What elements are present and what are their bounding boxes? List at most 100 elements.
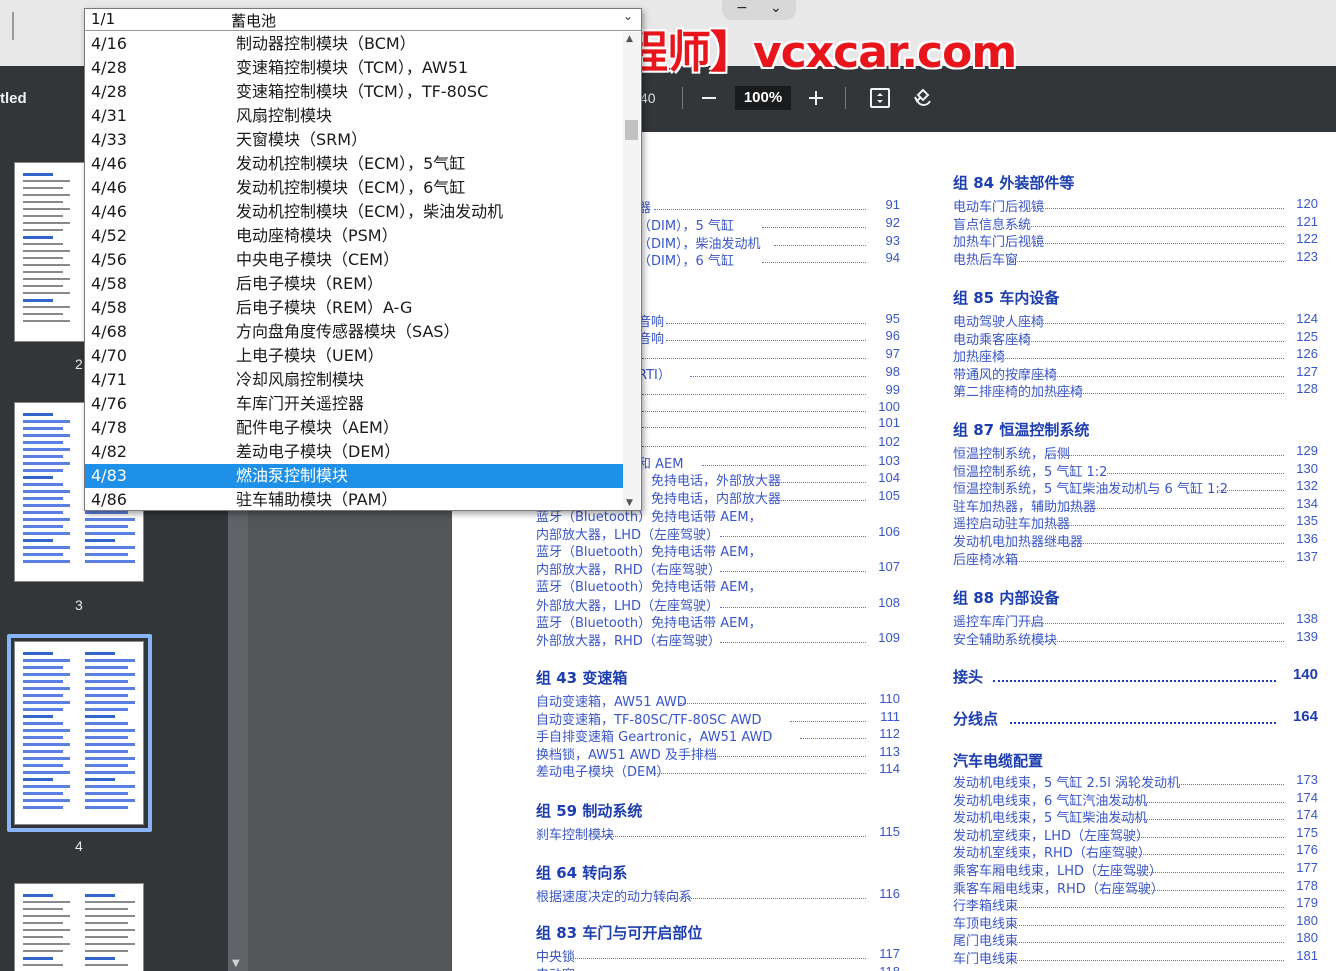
scroll-down-icon[interactable]: ▼ (232, 958, 240, 969)
toc-page-number[interactable]: 140 (1280, 666, 1318, 683)
toc-page-number[interactable]: 97 (868, 346, 900, 361)
toc-page-number[interactable]: 117 (868, 946, 900, 961)
toc-entry-text[interactable]: RTI） (638, 364, 671, 383)
toc-page-number[interactable]: 101 (868, 415, 900, 430)
toc-entry-text[interactable]: 盲点信息系统 (953, 214, 1031, 233)
toc-page-number[interactable]: 180 (1286, 930, 1318, 945)
toc-page-number[interactable]: 108 (868, 595, 900, 610)
rotate-icon[interactable] (911, 86, 935, 110)
toc-major-entry[interactable]: 分线点 (953, 708, 998, 729)
toc-page-number[interactable]: 129 (1286, 443, 1318, 458)
minus-icon[interactable] (695, 84, 723, 112)
toc-entry-text[interactable]: 恒温控制系统，5 气缸柴油发动机与 6 气缸 1:2 (953, 478, 1228, 497)
toc-page-number[interactable]: 139 (1286, 629, 1318, 644)
toc-page-number[interactable]: 103 (868, 453, 900, 468)
toc-entry-text[interactable]: 遥控车库门开启 (953, 611, 1044, 630)
toc-entry-text[interactable]: 发动机电线束，5 气缸 2.5l 涡轮发动机 (953, 772, 1180, 791)
toc-page-number[interactable]: 125 (1286, 329, 1318, 344)
toc-page-number[interactable]: 114 (868, 761, 900, 776)
dropdown-option[interactable]: 4/86 驻车辅助模块（PAM） (85, 488, 623, 510)
toc-entry-text[interactable]: 带通风的按摩座椅 (953, 364, 1057, 383)
toc-entry-text[interactable]: 电动窗 (536, 964, 575, 971)
toc-page-number[interactable]: 112 (868, 726, 900, 741)
scroll-up-icon[interactable]: ▲ (626, 34, 633, 44)
toc-entry-text[interactable]: 发动机室线束，RHD（右座驾驶） (953, 842, 1151, 861)
toc-entry-text[interactable]: 中央锁 (536, 946, 575, 965)
toc-page-number[interactable]: 177 (1286, 860, 1318, 875)
toc-entry-text[interactable]: 后座椅冰箱 (953, 549, 1018, 568)
dropdown-option[interactable]: 4/46 发动机控制模块（ECM），柴油发动机 (85, 200, 623, 224)
toc-entry-text[interactable]: 第二排座椅的加热座椅 (953, 381, 1083, 400)
dropdown-scrollbar[interactable]: ▲ ▼ (623, 32, 640, 510)
toc-entry-text[interactable]: 发动机室线束，LHD（左座驾驶） (953, 825, 1149, 844)
toc-page-number[interactable]: 121 (1286, 214, 1318, 229)
page-thumbnail-5[interactable] (14, 883, 144, 971)
toc-page-number[interactable]: 137 (1286, 549, 1318, 564)
toc-page-number[interactable]: 175 (1286, 825, 1318, 840)
toc-entry-text[interactable]: 行李箱线束 (953, 895, 1018, 914)
toc-entry-text[interactable]: 蓝牙（Bluetooth）免持电话带 AEM， (536, 576, 762, 595)
toc-page-number[interactable]: 174 (1286, 807, 1318, 822)
toc-page-number[interactable]: 138 (1286, 611, 1318, 626)
toc-page-number[interactable]: 109 (868, 630, 900, 645)
toc-page-number[interactable]: 174 (1286, 790, 1318, 805)
toc-entry-text[interactable]: 手自排变速箱 Geartronic，AW51 AWD (536, 726, 772, 745)
dropdown-option[interactable]: 4/16 制动器控制模块（BCM） (85, 32, 623, 56)
toc-page-number[interactable]: 91 (868, 197, 900, 212)
dropdown-option[interactable]: 4/76 车库门开关遥控器 (85, 392, 623, 416)
toc-page-number[interactable]: 126 (1286, 346, 1318, 361)
toc-page-number[interactable]: 99 (868, 382, 900, 397)
dropdown-option[interactable]: 4/68 方向盘角度传感器模块（SAS） (85, 320, 623, 344)
minimize-icon[interactable]: − (736, 0, 748, 16)
toc-entry-text[interactable]: 发动机电线束，6 气缸汽油发动机 (953, 790, 1147, 809)
toc-entry-text[interactable]: 换档锁，AW51 AWD 及手排档 (536, 744, 717, 763)
fit-page-icon[interactable] (868, 86, 892, 110)
chevron-down-icon[interactable]: ⌄ (623, 9, 633, 23)
toc-entry-text[interactable]: 加热车门后视镜 (953, 231, 1044, 250)
toc-entry-text[interactable]: 乘客车厢电线束，LHD（左座驾驶） (953, 860, 1162, 879)
toc-entry-text[interactable]: 自动变速箱，TF-80SC/TF-80SC AWD (536, 709, 762, 728)
page-thumbnail-4[interactable] (14, 641, 144, 825)
dropdown-option[interactable]: 4/46 发动机控制模块（ECM），6气缸 (85, 176, 623, 200)
toc-page-number[interactable]: 106 (868, 524, 900, 539)
toc-page-number[interactable]: 96 (868, 328, 900, 343)
toc-entry-text[interactable]: （DIM），5 气缸 (638, 215, 734, 234)
toc-page-number[interactable]: 124 (1286, 311, 1318, 326)
toc-page-number[interactable]: 132 (1286, 478, 1318, 493)
toc-page-number[interactable]: 118 (868, 964, 900, 971)
dropdown-option[interactable]: 4/28 变速箱控制模块（TCM），TF-80SC (85, 80, 623, 104)
toc-entry-text[interactable]: 遥控启动驻车加热器 (953, 513, 1070, 532)
zoom-level-input[interactable]: 100% (735, 86, 791, 110)
toc-entry-text[interactable]: 电动车门后视镜 (953, 196, 1044, 215)
toc-entry-text[interactable]: 尾门电线束 (953, 930, 1018, 949)
dropdown-option[interactable]: 4/83 燃油泵控制模块 (85, 464, 623, 488)
toc-entry-text[interactable]: 恒温控制系统，5 气缸 1:2 (953, 461, 1107, 480)
toc-entry-text[interactable]: 电热后车窗 (953, 249, 1018, 268)
toc-entry-text[interactable]: 外部放大器，RHD（右座驾驶） (536, 630, 721, 649)
dropdown-option[interactable]: 4/78 配件电子模块（AEM） (85, 416, 623, 440)
dropdown-option[interactable]: 4/52 电动座椅模块（PSM） (85, 224, 623, 248)
toc-page-number[interactable]: 102 (868, 434, 900, 449)
dropdown-option[interactable]: 4/33 天窗模块（SRM） (85, 128, 623, 152)
toc-page-number[interactable]: 178 (1286, 878, 1318, 893)
toc-page-number[interactable]: 122 (1286, 231, 1318, 246)
toc-entry-text[interactable]: ）免持电话，外部放大器 (638, 470, 781, 489)
toc-page-number[interactable]: 98 (868, 364, 900, 379)
dropdown-option[interactable]: 4/70 上电子模块（UEM） (85, 344, 623, 368)
dropdown-option[interactable]: 4/58 后电子模块（REM）A-G (85, 296, 623, 320)
toc-entry-text[interactable]: 驻车加热器，辅助加热器 (953, 496, 1096, 515)
toc-page-number[interactable]: 180 (1286, 913, 1318, 928)
toc-page-number[interactable]: 105 (868, 488, 900, 503)
toc-page-number[interactable]: 104 (868, 470, 900, 485)
dropdown-option[interactable]: 4/28 变速箱控制模块（TCM），AW51 (85, 56, 623, 80)
bookmark-dropdown[interactable]: 1/1 蓄电池 ⌄ 4/16 制动器控制模块（BCM） 4/28 变速箱控制模块（TC… (84, 8, 642, 511)
dropdown-option[interactable]: 4/56 中央电子模块（CEM） (85, 248, 623, 272)
toc-entry-text[interactable]: 自动变速箱，AW51 AWD (536, 691, 687, 710)
toc-page-number[interactable]: 173 (1286, 772, 1318, 787)
toc-page-number[interactable]: 176 (1286, 842, 1318, 857)
toc-page-number[interactable]: 100 (868, 399, 900, 414)
toc-page-number[interactable]: 164 (1280, 708, 1318, 725)
toc-page-number[interactable]: 123 (1286, 249, 1318, 264)
toc-page-number[interactable]: 135 (1286, 513, 1318, 528)
toc-page-number[interactable]: 95 (868, 311, 900, 326)
